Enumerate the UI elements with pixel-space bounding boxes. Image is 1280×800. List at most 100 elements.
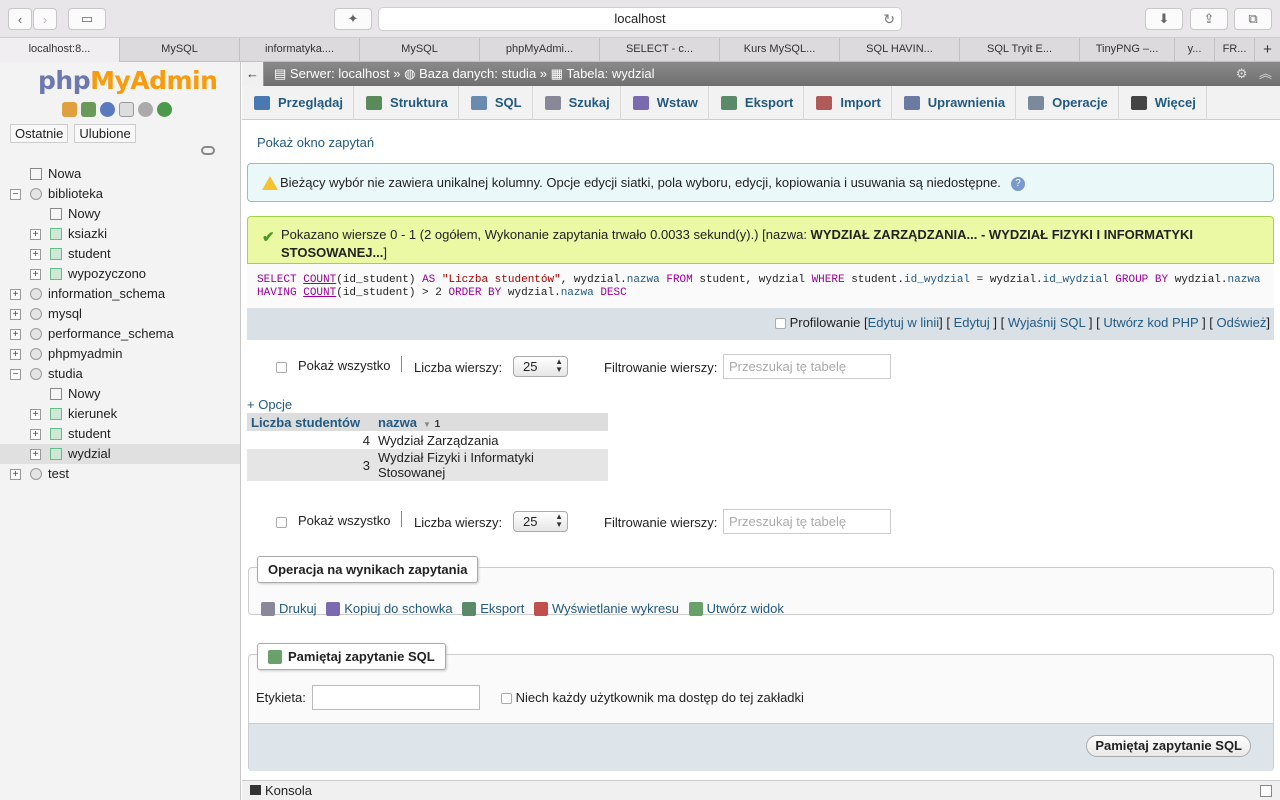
expand-icon[interactable]: + bbox=[10, 289, 21, 300]
help-icon[interactable]: ? bbox=[1011, 177, 1025, 191]
sidebar-toggle-button[interactable]: ▭ bbox=[68, 8, 106, 30]
tree-node-label[interactable]: wypozyczono bbox=[68, 264, 146, 284]
forward-button[interactable]: › bbox=[33, 8, 57, 30]
tree-node-label[interactable]: phpmyadmin bbox=[48, 344, 122, 364]
column-header-count[interactable]: Liczba studentów bbox=[247, 413, 374, 431]
recent-tab[interactable]: Ostatnie bbox=[10, 124, 69, 143]
breadcrumb-server[interactable]: Serwer: localhost bbox=[290, 66, 390, 81]
expand-icon[interactable]: + bbox=[10, 309, 21, 320]
browser-tab[interactable]: SQL Tryit E... bbox=[960, 38, 1080, 62]
create-view-link[interactable]: Utwórz widok bbox=[688, 601, 784, 616]
bookmark-label-input[interactable] bbox=[312, 685, 480, 710]
browser-tab[interactable]: localhost:8... bbox=[0, 38, 120, 62]
tab-operations[interactable]: Operacje bbox=[1016, 86, 1119, 120]
tab-privileges[interactable]: Uprawnienia bbox=[892, 86, 1017, 120]
docs-icon[interactable] bbox=[119, 102, 134, 117]
tree-node[interactable]: + test bbox=[0, 464, 240, 484]
remember-query-button[interactable]: Pamiętaj zapytanie SQL bbox=[1086, 735, 1251, 757]
tree-node-label[interactable]: test bbox=[48, 464, 69, 484]
collapse-sidebar-button[interactable]: ← bbox=[242, 62, 264, 86]
url-bar[interactable]: localhost ↻ bbox=[378, 7, 902, 31]
tree-node-label[interactable]: ksiazki bbox=[68, 224, 107, 244]
browser-tab[interactable]: MySQL bbox=[360, 38, 480, 62]
tree-node[interactable]: + wypozyczono bbox=[0, 264, 240, 284]
settings-icon[interactable] bbox=[138, 102, 153, 117]
shared-bookmark-checkbox[interactable] bbox=[501, 693, 512, 705]
tree-node-label[interactable]: studia bbox=[48, 364, 83, 384]
console-bar[interactable]: Konsola bbox=[242, 780, 1280, 800]
browser-tab[interactable]: phpMyAdmi... bbox=[480, 38, 600, 62]
explain-sql-link[interactable]: Wyjaśnij SQL bbox=[1008, 315, 1085, 330]
tree-node[interactable]: Nowa bbox=[0, 164, 240, 184]
back-button[interactable]: ‹ bbox=[8, 8, 32, 30]
tree-node-label[interactable]: performance_schema bbox=[48, 324, 174, 344]
create-php-link[interactable]: Utwórz kod PHP bbox=[1103, 315, 1198, 330]
collapse-icon[interactable]: − bbox=[10, 189, 21, 200]
tab-sql[interactable]: SQL bbox=[459, 86, 533, 120]
tree-node[interactable]: + student bbox=[0, 244, 240, 264]
tree-node[interactable]: + kierunek bbox=[0, 404, 240, 424]
tabs-overview-button[interactable]: ⧉ bbox=[1234, 8, 1272, 30]
link-with-main-icon[interactable] bbox=[201, 146, 215, 155]
expand-icon[interactable]: + bbox=[30, 229, 41, 240]
tree-node-label[interactable]: Nowa bbox=[48, 164, 81, 184]
tree-node-label[interactable]: mysql bbox=[48, 304, 82, 324]
tab-search[interactable]: Szukaj bbox=[533, 86, 621, 120]
expand-icon[interactable]: + bbox=[30, 429, 41, 440]
expand-icon[interactable]: + bbox=[10, 329, 21, 340]
breadcrumb-table[interactable]: Tabela: wydzial bbox=[566, 66, 654, 81]
browser-tab[interactable]: FR... bbox=[1215, 38, 1255, 62]
expand-icon[interactable]: + bbox=[10, 349, 21, 360]
tree-node[interactable]: + wydzial bbox=[0, 444, 240, 464]
rows-select[interactable]: 25 ▲ ▼ bbox=[513, 511, 568, 532]
collapse-icon[interactable]: − bbox=[10, 369, 21, 380]
browser-tab[interactable]: SELECT - c... bbox=[600, 38, 720, 62]
phpmyadmin-logo[interactable]: phpMyAdmin bbox=[38, 66, 218, 95]
tree-node-label[interactable]: student bbox=[68, 424, 111, 444]
tree-node[interactable]: Nowy bbox=[0, 204, 240, 224]
tree-node[interactable]: − studia bbox=[0, 364, 240, 384]
edit-link[interactable]: Edytuj bbox=[954, 315, 990, 330]
downloads-button[interactable]: ⬇ bbox=[1145, 8, 1183, 30]
table-row[interactable]: 3 Wydział Fizyki i Informatyki Stosowane… bbox=[247, 449, 608, 481]
extension-button[interactable]: ✦ bbox=[334, 8, 372, 30]
tree-node[interactable]: + phpmyadmin bbox=[0, 344, 240, 364]
options-link[interactable]: + Opcje bbox=[247, 397, 292, 412]
expand-icon[interactable]: + bbox=[30, 249, 41, 260]
tree-node-label[interactable]: Nowy bbox=[68, 384, 101, 404]
filter-rows-input[interactable]: Przeszukaj tę tabelę bbox=[723, 354, 891, 379]
collapse-up-icon[interactable]: ︽ bbox=[1259, 66, 1272, 81]
tree-node[interactable]: Nowy bbox=[0, 384, 240, 404]
tree-node[interactable]: + information_schema bbox=[0, 284, 240, 304]
tree-node-label[interactable]: Nowy bbox=[68, 204, 101, 224]
sql-query-display[interactable]: SELECT COUNT(id_student) AS "Liczba stud… bbox=[247, 264, 1274, 308]
show-all-checkbox[interactable] bbox=[276, 362, 287, 373]
tree-node-label[interactable]: kierunek bbox=[68, 404, 117, 424]
browser-tab[interactable]: SQL HAVIN... bbox=[840, 38, 960, 62]
browser-tab[interactable]: informatyka.... bbox=[240, 38, 360, 62]
logout-icon[interactable] bbox=[81, 102, 96, 117]
tree-node-label[interactable]: information_schema bbox=[48, 284, 165, 304]
browser-tab[interactable]: Kurs MySQL... bbox=[720, 38, 840, 62]
export-link[interactable]: Eksport bbox=[462, 601, 524, 616]
console-options-icon[interactable] bbox=[1260, 785, 1272, 797]
show-query-window-link[interactable]: Pokaż okno zapytań bbox=[257, 135, 374, 150]
browser-tab[interactable]: MySQL bbox=[120, 38, 240, 62]
expand-icon[interactable]: + bbox=[10, 469, 21, 480]
copy-link[interactable]: Kopiuj do schowka bbox=[326, 601, 453, 616]
column-header-nazwa[interactable]: nazwa ▼ 1 bbox=[374, 413, 608, 431]
tree-node[interactable]: + performance_schema bbox=[0, 324, 240, 344]
tree-node[interactable]: + ksiazki bbox=[0, 224, 240, 244]
tree-node-label[interactable]: biblioteka bbox=[48, 184, 103, 204]
profiling-checkbox[interactable] bbox=[774, 318, 786, 330]
show-all-checkbox[interactable] bbox=[276, 517, 287, 528]
new-tab-button[interactable]: + bbox=[1255, 38, 1280, 62]
chart-link[interactable]: Wyświetlanie wykresu bbox=[533, 601, 679, 616]
tab-export[interactable]: Eksport bbox=[709, 86, 805, 120]
help-icon[interactable] bbox=[100, 102, 115, 117]
refresh-link[interactable]: Odśwież bbox=[1217, 315, 1267, 330]
rows-select[interactable]: 25 ▲ ▼ bbox=[513, 356, 568, 377]
print-link[interactable]: Drukuj bbox=[261, 601, 317, 616]
reload-navigation-icon[interactable] bbox=[157, 102, 172, 117]
favorites-tab[interactable]: Ulubione bbox=[74, 124, 136, 143]
